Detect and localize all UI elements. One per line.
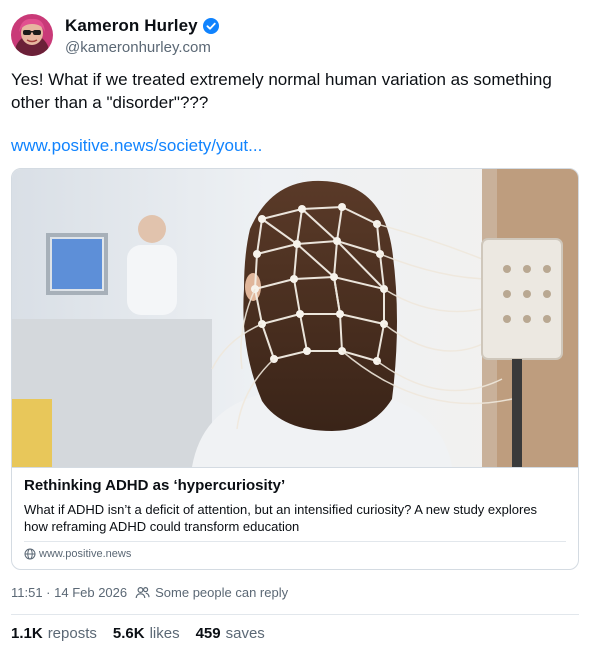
post-link[interactable]: www.positive.news/society/yout... [11,134,262,157]
reposts-count: 1.1K [11,625,43,642]
author-name[interactable]: Kameron Hurley [65,16,198,36]
likes-count: 5.6K [112,625,145,642]
people-icon [135,585,150,600]
preview-title: Rethinking ADHD as ‘hypercuriosity’ [24,477,286,494]
globe-icon [24,548,36,560]
name-row: Kameron Hurley [65,15,219,37]
post-header: Kameron Hurley @kameronhurley.com [11,13,219,57]
reply-setting[interactable]: Some people can reply [155,585,288,600]
author-handle[interactable]: @kameronhurley.com [65,39,219,56]
saves-count: 459 [195,625,221,642]
link-preview-card[interactable]: Rethinking ADHD as ‘hypercuriosity’ What… [11,168,579,570]
engagement-stats: 1.1K reposts 5.6K likes 459 saves [11,625,281,642]
preview-domain-text: www.positive.news [39,548,132,560]
preview-domain: www.positive.news [24,548,131,560]
saves-label: saves [225,625,265,642]
post-meta: 11:51 · 14 Feb 2026 Some people can repl… [11,585,288,600]
preview-divider [24,541,566,542]
post-text: Yes! What if we treated extremely normal… [11,70,552,112]
preview-image [12,169,578,467]
preview-description: What if ADHD isn’t a deficit of attentio… [24,502,538,534]
preview-text: Rethinking ADHD as ‘hypercuriosity’ What… [12,467,578,569]
likes-stat[interactable]: 5.6K likes [113,625,180,642]
stats-divider [11,614,579,615]
reposts-label: reposts [47,625,97,642]
post-timestamp[interactable]: 11:51 · 14 Feb 2026 [11,585,127,600]
reposts-stat[interactable]: 1.1K reposts [11,625,97,642]
avatar[interactable] [11,14,53,56]
verified-check-icon[interactable] [202,17,219,34]
saves-stat[interactable]: 459 saves [196,625,265,642]
author-identity: Kameron Hurley @kameronhurley.com [65,15,219,56]
likes-label: likes [149,625,180,642]
post: Kameron Hurley @kameronhurley.com Yes! W… [0,0,590,651]
